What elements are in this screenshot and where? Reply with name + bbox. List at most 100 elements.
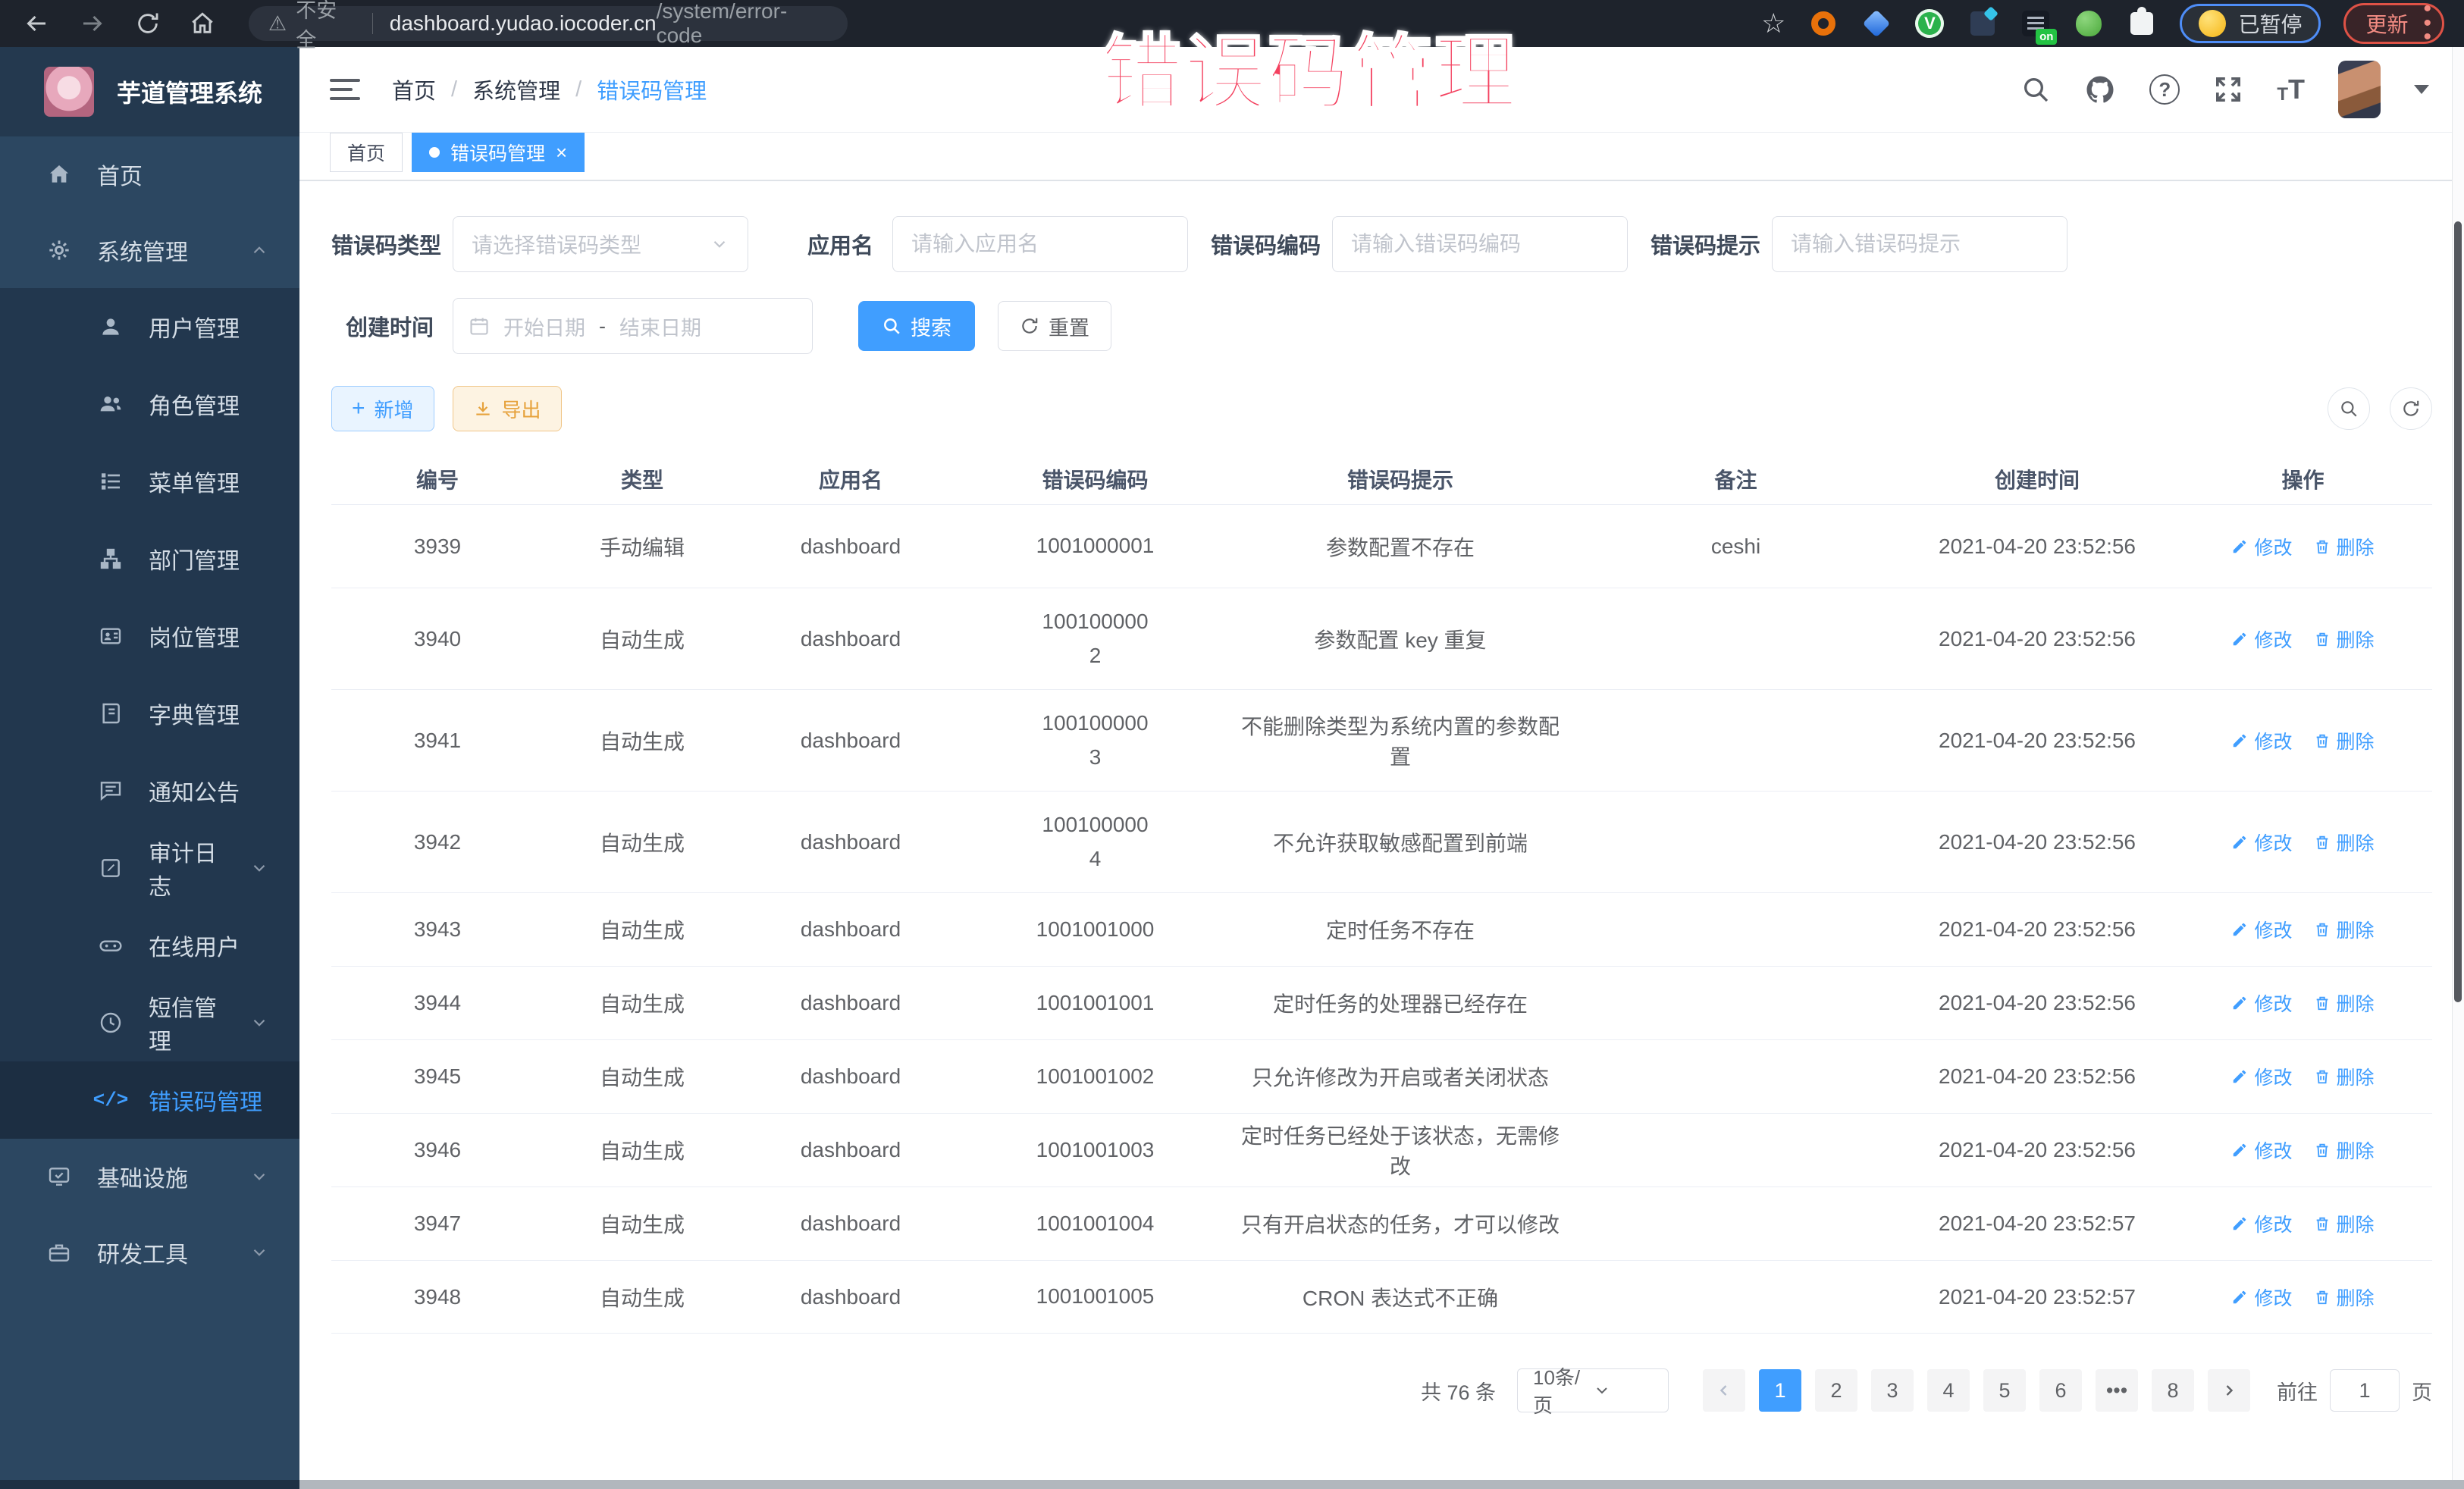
show-search-toggle-button[interactable] bbox=[2328, 387, 2370, 430]
search-icon[interactable] bbox=[2020, 74, 2051, 105]
delete-link[interactable]: 删除 bbox=[2314, 1136, 2375, 1164]
bookmark-star-icon[interactable]: ☆ bbox=[1761, 8, 1785, 39]
prev-page-button[interactable] bbox=[1703, 1369, 1745, 1412]
breadcrumb-item[interactable]: 首页 bbox=[392, 74, 436, 105]
hamburger-menu-icon[interactable] bbox=[330, 79, 360, 100]
edit-link[interactable]: 修改 bbox=[2231, 1210, 2292, 1237]
profile-paused-pill[interactable]: 已暂停 bbox=[2180, 4, 2321, 43]
sidebar-item-dev-tools[interactable]: 研发工具 bbox=[0, 1215, 299, 1290]
page-scrollbar[interactable] bbox=[2452, 47, 2464, 1489]
breadcrumb-item[interactable]: 系统管理 bbox=[472, 74, 560, 105]
error-code-code-input[interactable] bbox=[1332, 216, 1628, 272]
sidebar-item-sms-management[interactable]: 短信管理 bbox=[0, 984, 299, 1061]
calendar-icon bbox=[469, 315, 490, 337]
sidebar-item-system-management[interactable]: 系统管理 bbox=[0, 212, 299, 288]
extension-grid-icon[interactable] bbox=[1967, 8, 1998, 39]
page-button-3[interactable]: 3 bbox=[1871, 1369, 1914, 1412]
end-date-placeholder: 结束日期 bbox=[619, 312, 701, 341]
page-button-4[interactable]: 4 bbox=[1927, 1369, 1970, 1412]
help-icon[interactable]: ? bbox=[2149, 74, 2180, 105]
page-size-select[interactable]: 10条/页 bbox=[1517, 1368, 1669, 1412]
delete-link[interactable]: 删除 bbox=[2314, 829, 2375, 856]
add-button[interactable]: + 新增 bbox=[331, 386, 434, 431]
address-bar[interactable]: ⚠ 不安全 dashboard.yudao.iocoder.cn/system/… bbox=[249, 6, 848, 41]
font-size-icon[interactable]: TT bbox=[2277, 74, 2305, 105]
reset-button[interactable]: 重置 bbox=[998, 301, 1111, 351]
page-button-6[interactable]: 6 bbox=[2039, 1369, 2082, 1412]
browser-menu-icon[interactable]: ••• bbox=[2423, 2, 2431, 45]
menu-list-icon bbox=[97, 469, 124, 494]
browser-back-icon[interactable] bbox=[23, 10, 50, 37]
browser-reload-icon[interactable] bbox=[135, 11, 161, 36]
fullscreen-icon[interactable] bbox=[2213, 74, 2243, 105]
sidebar-item-role-management[interactable]: 角色管理 bbox=[0, 365, 299, 443]
page-button-1[interactable]: 1 bbox=[1759, 1369, 1801, 1412]
delete-link[interactable]: 删除 bbox=[2314, 1063, 2375, 1090]
export-button[interactable]: 导出 bbox=[453, 386, 562, 431]
error-code-type-select[interactable]: 请选择错误码类型 bbox=[453, 216, 748, 272]
sidebar-item-online-users[interactable]: 在线用户 bbox=[0, 907, 299, 984]
goto-page-input[interactable] bbox=[2330, 1369, 2400, 1412]
column-header: 编号 bbox=[331, 464, 544, 494]
sidebar-item-user-management[interactable]: 用户管理 bbox=[0, 288, 299, 365]
column-header: 备注 bbox=[1571, 464, 1901, 494]
browser-update-button[interactable]: 更新 ••• bbox=[2343, 3, 2444, 44]
sidebar-item-dictionary-management[interactable]: 字典管理 bbox=[0, 675, 299, 752]
date-range-picker[interactable]: 开始日期 - 结束日期 bbox=[453, 298, 813, 354]
browser-extensions-area: ☆ V on 已暂停 更新 ••• bbox=[1761, 3, 2464, 44]
delete-link[interactable]: 删除 bbox=[2314, 1284, 2375, 1311]
edit-link-label: 修改 bbox=[2254, 533, 2292, 560]
app-name-input[interactable] bbox=[892, 216, 1188, 272]
extension-green-icon[interactable]: V bbox=[1914, 8, 1945, 39]
address-bar-divider bbox=[372, 13, 373, 34]
scrollbar-thumb[interactable] bbox=[2454, 221, 2462, 1002]
refresh-table-button[interactable] bbox=[2390, 387, 2432, 430]
tab-home[interactable]: 首页 bbox=[330, 133, 403, 172]
edit-link[interactable]: 修改 bbox=[2231, 1136, 2292, 1164]
edit-link[interactable]: 修改 bbox=[2231, 727, 2292, 754]
sidebar-item-announcement[interactable]: 通知公告 bbox=[0, 752, 299, 829]
page-button-2[interactable]: 2 bbox=[1815, 1369, 1857, 1412]
reset-button-label: 重置 bbox=[1049, 312, 1089, 341]
page-button-8[interactable]: 8 bbox=[2152, 1369, 2194, 1412]
browser-home-icon[interactable] bbox=[190, 11, 215, 36]
sidebar-item-department-management[interactable]: 部门管理 bbox=[0, 520, 299, 597]
delete-link[interactable]: 删除 bbox=[2314, 727, 2375, 754]
next-page-button[interactable] bbox=[2208, 1369, 2250, 1412]
app-logo-row[interactable]: 芋道管理系统 bbox=[0, 47, 299, 136]
browser-forward-icon[interactable] bbox=[79, 10, 106, 37]
sidebar-item-home[interactable]: 首页 bbox=[0, 136, 299, 212]
table-row: 3941 自动生成 dashboard 100100000 3 不能删除类型为系… bbox=[331, 689, 2432, 791]
edit-link[interactable]: 修改 bbox=[2231, 916, 2292, 943]
chevron-down-icon[interactable] bbox=[2414, 85, 2429, 94]
github-icon[interactable] bbox=[2084, 74, 2116, 105]
tab-error-code-management[interactable]: 错误码管理 × bbox=[412, 133, 585, 172]
delete-link[interactable]: 删除 bbox=[2314, 625, 2375, 653]
sidebar-item-infrastructure[interactable]: 基础设施 bbox=[0, 1139, 299, 1215]
sidebar-item-post-management[interactable]: 岗位管理 bbox=[0, 597, 299, 675]
edit-link[interactable]: 修改 bbox=[2231, 625, 2292, 653]
search-button[interactable]: 搜索 bbox=[858, 301, 975, 351]
delete-link[interactable]: 删除 bbox=[2314, 916, 2375, 943]
sidebar-item-menu-management[interactable]: 菜单管理 bbox=[0, 443, 299, 520]
edit-link[interactable]: 修改 bbox=[2231, 829, 2292, 856]
error-code-hint-input[interactable] bbox=[1772, 216, 2067, 272]
page-ellipsis-button[interactable]: ••• bbox=[2096, 1369, 2138, 1412]
extension-orange-icon[interactable] bbox=[1808, 8, 1839, 39]
edit-link[interactable]: 修改 bbox=[2231, 989, 2292, 1017]
page-button-5[interactable]: 5 bbox=[1983, 1369, 2026, 1412]
delete-link[interactable]: 删除 bbox=[2314, 533, 2375, 560]
edit-link[interactable]: 修改 bbox=[2231, 1063, 2292, 1090]
extension-gem-icon[interactable] bbox=[1861, 8, 1892, 39]
extension-puzzle-icon[interactable] bbox=[2127, 8, 2157, 39]
extension-bot-icon[interactable] bbox=[2074, 8, 2104, 39]
close-icon[interactable]: × bbox=[556, 143, 567, 162]
sidebar-item-audit-log[interactable]: 审计日志 bbox=[0, 829, 299, 907]
extension-switch-icon[interactable]: on bbox=[2020, 8, 2051, 39]
delete-link[interactable]: 删除 bbox=[2314, 1210, 2375, 1237]
delete-link[interactable]: 删除 bbox=[2314, 989, 2375, 1017]
sidebar-item-error-code-management[interactable]: </> 错误码管理 bbox=[0, 1061, 299, 1139]
user-avatar[interactable] bbox=[2338, 61, 2381, 118]
edit-link[interactable]: 修改 bbox=[2231, 533, 2292, 560]
edit-link[interactable]: 修改 bbox=[2231, 1284, 2292, 1311]
